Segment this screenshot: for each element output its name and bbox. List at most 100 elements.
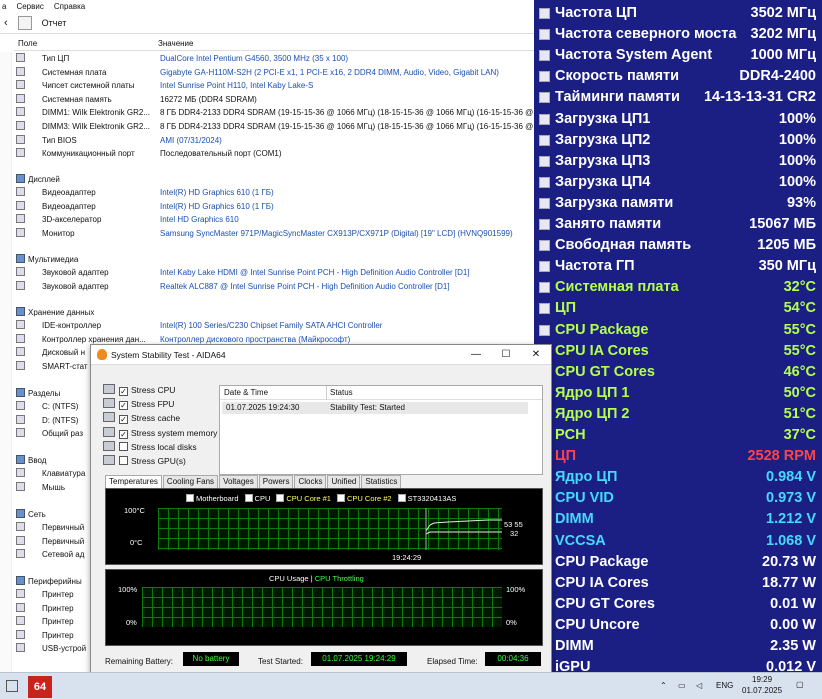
osd-label: Свободная память <box>555 237 692 254</box>
field-value[interactable]: Samsung SyncMaster 971P/MagicSyncMaster … <box>160 227 513 240</box>
stress-option[interactable]: Stress local disks <box>103 440 197 454</box>
section-input[interactable]: Ввод <box>16 454 46 467</box>
field-value[interactable]: Intel HD Graphics 610 <box>160 213 239 226</box>
remaining-battery-value: No battery <box>183 652 239 666</box>
network-icon[interactable]: ▭ <box>678 681 686 690</box>
maximize-button[interactable]: ☐ <box>491 345 521 365</box>
section-network[interactable]: Сеть <box>16 508 46 521</box>
aida64-taskbar-button[interactable]: 64 <box>28 676 52 698</box>
report-button[interactable]: Отчет <box>42 18 67 28</box>
field-value[interactable]: DualCore Intel Pentium G4560, 3500 MHz (… <box>160 52 348 65</box>
section-multimedia[interactable]: Мультимедиа <box>16 253 78 266</box>
checkbox[interactable]: ✓ <box>119 387 128 396</box>
log-header-date[interactable]: Date & Time <box>224 388 268 397</box>
info-row[interactable]: Тип BIOS AMI (07/31/2024) <box>16 134 534 147</box>
osd-row: ЦП 2528 RPM <box>534 446 822 467</box>
info-row[interactable]: Чипсет системной платы Intel Sunrise Poin… <box>16 79 534 92</box>
language-indicator[interactable]: ENG <box>716 681 733 690</box>
info-row[interactable]: Системная память 16272 МБ (DDR4 SDRAM) <box>16 93 534 106</box>
field-value[interactable]: Intel(R) HD Graphics 610 (1 ГБ) <box>160 186 274 199</box>
checkbox[interactable] <box>119 456 128 465</box>
info-row[interactable]: Звуковой адаптер Intel Kaby Lake HDMI @ I… <box>16 266 534 279</box>
stress-option[interactable]: ✓ Stress cache <box>103 411 180 425</box>
log-header-status[interactable]: Status <box>330 388 353 397</box>
field-value[interactable]: Realtek ALC887 @ Intel Sunrise Point PCH… <box>160 280 450 293</box>
section-partitions[interactable]: Разделы <box>16 387 60 400</box>
tab-clocks[interactable]: Clocks <box>294 475 327 488</box>
section-display[interactable]: Дисплей <box>16 173 60 186</box>
legend-checkbox[interactable] <box>336 494 345 502</box>
field-value[interactable]: Intel Sunrise Point H110, Intel Kaby Lak… <box>160 79 313 92</box>
section-peripherals[interactable]: Периферийны <box>16 575 82 588</box>
osd-row: Загрузка ЦП3 100% <box>534 151 822 172</box>
field-label: Тип BIOS <box>42 135 77 145</box>
clock-time[interactable]: 19:29 <box>752 675 772 684</box>
stress-option[interactable]: ✓ Stress CPU <box>103 383 175 397</box>
info-row[interactable]: 3D-акселератор Intel HD Graphics 610 <box>16 213 534 226</box>
test-started-value: 01.07.2025 19:24:29 <box>311 652 407 666</box>
osd-row: ЦП 54°C <box>534 298 822 319</box>
info-row[interactable]: Тип ЦП DualCore Intel Pentium G4560, 3500… <box>16 52 534 65</box>
info-row[interactable]: DIMM3: Wilk Elektronik GR2... 8 ГБ DDR4-2… <box>16 120 534 133</box>
info-row[interactable]: Видеоадаптер Intel(R) HD Graphics 610 (1 … <box>16 200 534 213</box>
col-value[interactable]: Значение <box>158 39 193 48</box>
legend-checkbox[interactable] <box>397 494 406 502</box>
field-value[interactable]: AMI (07/31/2024) <box>160 134 222 147</box>
info-row[interactable]: Звуковой адаптер Realtek ALC887 @ Intel S… <box>16 280 534 293</box>
device-icon <box>16 267 25 277</box>
stress-option[interactable]: Stress GPU(s) <box>103 454 186 468</box>
osd-row: Частота ГП 350 МГц <box>534 256 822 277</box>
checkbox[interactable] <box>119 441 128 451</box>
minimize-button[interactable]: — <box>461 345 491 365</box>
checkbox[interactable]: ✓ <box>119 429 128 439</box>
col-field[interactable]: Поле <box>18 39 37 48</box>
info-row[interactable]: Системная плата Gigabyte GA-H110M-S2H (2 … <box>16 66 534 79</box>
legend-checkbox[interactable] <box>244 494 253 502</box>
info-row[interactable]: DIMM1: Wilk Elektronik GR2... 8 ГБ DDR4-2… <box>16 106 534 119</box>
tab-temperatures[interactable]: Temperatures <box>105 475 162 488</box>
osd-row: Частота северного моста 3202 МГц <box>534 24 822 45</box>
tab-voltages[interactable]: Voltages <box>219 475 258 488</box>
osd-label: ЦП <box>555 300 577 317</box>
checkbox[interactable]: ✓ <box>119 415 128 425</box>
tab-powers[interactable]: Powers <box>258 475 294 488</box>
field-value[interactable]: Intel(R) HD Graphics 610 (1 ГБ) <box>160 200 274 213</box>
tab-cooling-fans[interactable]: Cooling Fans <box>162 475 219 488</box>
field-value[interactable]: Intel Kaby Lake HDMI @ Intel Sunrise Poi… <box>160 266 470 279</box>
window-title-bar[interactable]: System Stability Test - AIDA64 — ☐ ✕ <box>91 345 551 365</box>
close-button[interactable]: ✕ <box>521 345 551 365</box>
device-icon <box>16 200 25 210</box>
info-row[interactable]: IDE-контроллер Intel(R) 100 Series/C230 C… <box>16 319 534 332</box>
tab-statistics[interactable]: Statistics <box>361 475 402 488</box>
sensor-icon <box>539 92 550 104</box>
start-icon[interactable] <box>6 680 18 692</box>
info-row[interactable]: Видеоадаптер Intel(R) HD Graphics 610 (1 … <box>16 186 534 199</box>
legend-checkbox[interactable] <box>276 494 285 502</box>
menu-item-0[interactable]: а <box>2 2 6 11</box>
report-icon[interactable] <box>17 15 32 30</box>
stress-option[interactable]: ✓ Stress FPU <box>103 397 174 411</box>
field-value[interactable]: Gigabyte GA-H110M-S2H (2 PCI-E x1, 1 PCI… <box>160 66 499 79</box>
stress-option[interactable]: ✓ Stress system memory <box>103 426 217 440</box>
log-row[interactable]: 01.07.2025 19:24:30 Stability Test: Star… <box>222 402 528 414</box>
tray-chevron-icon[interactable]: ⌃ <box>660 681 667 690</box>
osd-row: Загрузка ЦП1 100% <box>534 109 822 130</box>
field-value[interactable]: Intel(R) 100 Series/C230 Chipset Family … <box>160 319 382 332</box>
checkbox[interactable]: ✓ <box>119 401 128 411</box>
temp-legend: Motherboard CPU CPU Core #1 CPU Core #2 ST33… <box>180 494 456 503</box>
back-icon[interactable]: ‹ <box>4 17 8 29</box>
sensor-icon <box>539 219 550 230</box>
clock-date[interactable]: 01.07.2025 <box>742 686 782 695</box>
menu-item-help[interactable]: Справка <box>54 2 85 11</box>
device-icon <box>16 616 25 626</box>
tab-unified[interactable]: Unified <box>327 475 361 488</box>
info-row[interactable]: Монитор Samsung SyncMaster 971P/MagicSync… <box>16 227 534 240</box>
legend-label: CPU Core #2 <box>346 494 392 503</box>
section-storage[interactable]: Хранение данных <box>16 306 94 319</box>
menu-item-service[interactable]: Сервис <box>16 2 43 11</box>
volume-icon[interactable]: ◁ <box>696 681 702 690</box>
notification-icon[interactable]: ▢ <box>796 680 804 689</box>
info-row[interactable]: Коммуникационный порт Последовательный по… <box>16 147 534 160</box>
legend-checkbox[interactable] <box>186 494 194 502</box>
osd-row: CPU VID 0.973 V <box>534 488 822 509</box>
